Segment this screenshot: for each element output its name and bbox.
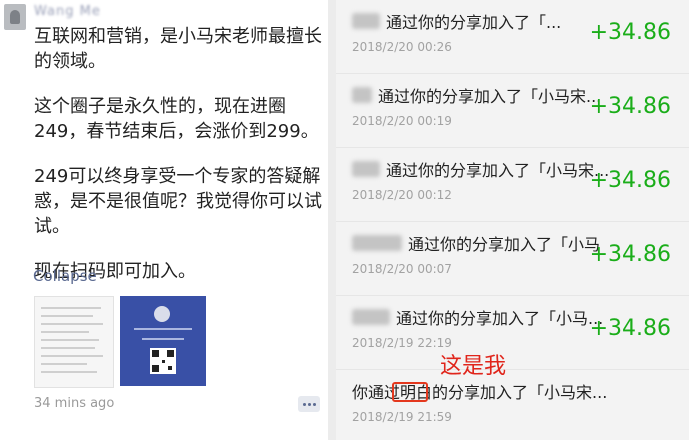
text-line bbox=[41, 307, 101, 309]
blurred-username bbox=[352, 161, 380, 177]
highlight-box bbox=[392, 382, 428, 402]
qr-code-icon bbox=[150, 348, 176, 374]
avatar[interactable] bbox=[4, 4, 26, 30]
list-item-amount: +34.86 bbox=[589, 242, 671, 267]
list-item-time: 2018/2/20 00:26 bbox=[352, 40, 452, 54]
blurred-username bbox=[352, 235, 402, 251]
text-line bbox=[41, 371, 97, 373]
list-item-amount: +34.86 bbox=[589, 20, 671, 45]
blurred-username bbox=[352, 309, 390, 325]
list-item-time: 2018/2/20 00:19 bbox=[352, 114, 452, 128]
list-item-text: 通过你的分享加入了「... bbox=[386, 13, 562, 32]
text-line bbox=[41, 363, 87, 365]
list-item-text: 通过你的分享加入了「小马 bbox=[408, 235, 601, 254]
panel-divider bbox=[328, 0, 336, 440]
list-item-time: 2018/2/20 00:07 bbox=[352, 262, 452, 276]
list-item[interactable]: 通过你的分享加入了「小马 2018/2/20 00:07 +34.86 bbox=[336, 222, 689, 296]
list-item-amount: +34.86 bbox=[589, 168, 671, 193]
list-item-time: 2018/2/19 22:19 bbox=[352, 336, 452, 350]
post-image-qr-card[interactable] bbox=[120, 296, 206, 386]
post-paragraph: 这个圈子是永久性的，现在进圈 249，春节结束后，会涨价到299。 bbox=[34, 96, 319, 142]
list-item[interactable]: 通过你的分享加入了「小马宋... 2018/2/20 00:12 +34.86 bbox=[336, 148, 689, 222]
profile-icon bbox=[154, 306, 170, 322]
list-item-time: 2018/2/20 00:12 bbox=[352, 188, 452, 202]
blurred-username bbox=[352, 13, 380, 29]
list-item-text: 通过你的分享加入了「小马宋... bbox=[378, 87, 602, 106]
list-item[interactable]: 通过你的分享加入了「小马宋... 2018/2/20 00:19 +34.86 bbox=[336, 74, 689, 148]
annotation-label: 这是我 bbox=[440, 354, 507, 379]
post-username[interactable]: Wang Me bbox=[34, 4, 101, 19]
list-item-text: 你通过明白的分享加入了「小马宋... bbox=[352, 379, 607, 403]
post-timestamp: 34 mins ago bbox=[34, 396, 115, 411]
post-body: 互联网和营销，是小马宋老师最擅长 的领域。 这个圈子是永久性的，现在进圈 249… bbox=[34, 24, 326, 304]
list-item[interactable]: 通过你的分享加入了「... 2018/2/20 00:26 +34.86 bbox=[336, 0, 689, 74]
text-line bbox=[41, 315, 93, 317]
collapse-link[interactable]: Collapse bbox=[33, 267, 97, 285]
list-item-amount: +34.86 bbox=[589, 94, 671, 119]
post-image-text[interactable] bbox=[34, 296, 114, 388]
text-suffix: 的分享加入了「小马宋... bbox=[432, 383, 608, 402]
list-item[interactable]: 你通过明白的分享加入了「小马宋... 2018/2/19 21:59 bbox=[336, 370, 689, 443]
blurred-username bbox=[352, 87, 372, 103]
more-options-icon[interactable] bbox=[298, 396, 320, 412]
list-item-text: 通过你的分享加入了「小马宋... bbox=[386, 161, 610, 180]
text-line bbox=[41, 339, 99, 341]
list-item-text: 通过你的分享加入了「小马... bbox=[396, 309, 604, 328]
post-paragraph: 互联网和营销，是小马宋老师最擅长 的领域。 bbox=[34, 26, 322, 72]
text-line bbox=[41, 347, 95, 349]
text-line bbox=[41, 331, 89, 333]
moments-post-panel: Wang Me 互联网和营销，是小马宋老师最擅长 的领域。 这个圈子是永久性的，… bbox=[0, 0, 328, 440]
list-item-amount: +34.86 bbox=[589, 316, 671, 341]
text-line bbox=[41, 323, 103, 325]
list-item-time: 2018/2/19 21:59 bbox=[352, 410, 452, 424]
text-line bbox=[41, 355, 103, 357]
list-item[interactable]: 通过你的分享加入了「小马... 2018/2/19 22:19 +34.86 bbox=[336, 296, 689, 370]
text-line bbox=[142, 338, 184, 340]
text-line bbox=[134, 328, 192, 330]
avatar-silhouette bbox=[10, 10, 20, 24]
post-paragraph: 249可以终身享受一个专家的答疑解 惑，是不是很值呢？我觉得你可以试 试。 bbox=[34, 166, 322, 237]
earnings-list: 通过你的分享加入了「... 2018/2/20 00:26 +34.86 通过你… bbox=[336, 0, 689, 440]
